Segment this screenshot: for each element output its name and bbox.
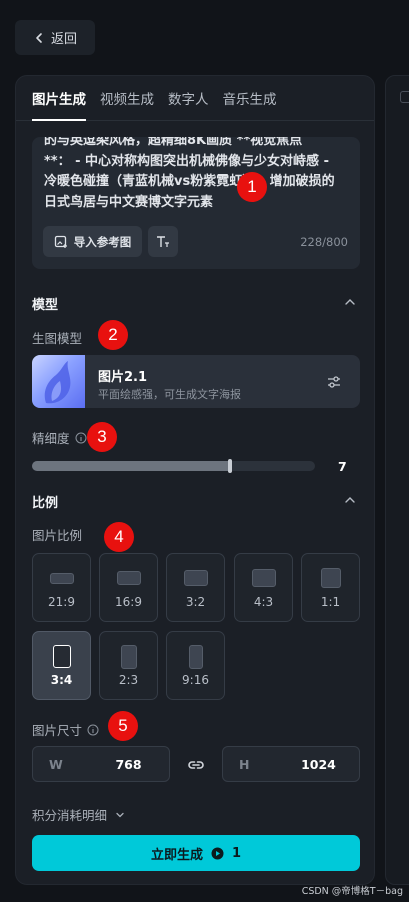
prompt-line: 日式鸟居与中文赛博文字元素 <box>44 194 214 210</box>
ratio-shape <box>52 645 71 668</box>
width-value: 768 <box>115 757 142 772</box>
import-reference-button[interactable]: 导入参考图 <box>43 226 142 257</box>
ratio-shape <box>251 569 276 587</box>
precision-slider-handle[interactable] <box>228 459 233 473</box>
ratio-option-16-9[interactable]: 16:9 <box>99 553 158 622</box>
back-button[interactable]: 返回 <box>15 20 95 55</box>
watermark: CSDN @帝博格T－bag <box>301 886 403 897</box>
image-add-icon <box>54 235 67 248</box>
ratio-sub-label-text: 图片比例 <box>32 528 83 543</box>
tab-digital-human[interactable]: 数字人 <box>168 88 209 120</box>
credit-details-toggle[interactable]: 积分消耗明细 <box>32 805 125 824</box>
prompt-textarea[interactable]: 的与英逗染风格，超精细8K画质 **视觉焦点 **： - 中心对称构图突出机械佛… <box>32 137 360 269</box>
height-value: 1024 <box>301 757 336 772</box>
annotation-badge-4: 4 <box>104 522 134 552</box>
generate-cost: 1 <box>231 845 242 861</box>
ratio-option-1-1[interactable]: 1:1 <box>301 553 360 622</box>
ratio-option-2-3[interactable]: 2:3 <box>99 631 158 700</box>
model-description: 平面绘感强，可生成文字海报 <box>98 388 241 401</box>
ratio-shape <box>183 570 208 586</box>
link-icon[interactable] <box>187 756 205 774</box>
chevron-down-icon <box>116 812 124 817</box>
chevron-up-icon[interactable] <box>344 296 356 308</box>
precision-label-text: 精细度 <box>32 431 70 446</box>
ratio-option-21-9[interactable]: 21:9 <box>32 553 91 622</box>
precision-label: 精细度 <box>32 428 87 447</box>
precision-slider-fill <box>32 461 231 471</box>
width-input[interactable]: W 768 <box>32 746 170 782</box>
ratio-label: 2:3 <box>118 673 139 687</box>
chevron-left-icon <box>36 32 42 43</box>
settings-sliders-icon[interactable] <box>326 374 342 390</box>
precision-slider[interactable] <box>32 459 315 473</box>
credit-coin-icon <box>211 847 224 859</box>
height-input[interactable]: H 1024 <box>222 746 360 782</box>
select-checkbox[interactable] <box>400 91 409 103</box>
chevron-up-icon[interactable] <box>344 494 356 506</box>
preview-panel <box>385 75 409 885</box>
ratio-option-3-2[interactable]: 3:2 <box>166 553 225 622</box>
tab-video-generation[interactable]: 视频生成 <box>100 88 154 120</box>
model-selector[interactable]: 图片2.1 平面绘感强，可生成文字海报 <box>32 355 360 408</box>
generate-button[interactable]: 立即生成 1 <box>32 835 360 871</box>
ratio-shape <box>116 571 141 585</box>
model-thumbnail-art <box>44 361 71 404</box>
ratio-shape <box>188 645 203 669</box>
model-sub-label-text: 生图模型 <box>32 331 83 346</box>
annotation-badge-3: 3 <box>87 422 117 452</box>
ratio-option-3-4[interactable]: 3:4 <box>32 631 91 700</box>
model-section-title: 模型 <box>32 298 59 313</box>
size-label: 图片尺寸 <box>32 720 99 739</box>
tab-image-generation[interactable]: 图片生成 <box>32 88 86 121</box>
ratio-label: 1:1 <box>320 595 341 609</box>
prompt-line: **： - 中心对称构图突出机械佛像与少女对峙感 - <box>44 153 329 169</box>
ratio-label: 3:4 <box>50 673 73 687</box>
char-counter: 228/800 <box>300 235 348 249</box>
prompt-line: 冷暖色碰撞（青蓝机械vs粉紫霓虹） - 增加破损的 <box>44 174 335 189</box>
ratio-sub-label: 图片比例 <box>32 525 82 544</box>
ratio-option-4-3[interactable]: 4:3 <box>234 553 293 622</box>
generation-panel: 图片生成 视频生成 数字人 音乐生成 的与英逗染风格，超精细8K画质 **视觉焦… <box>15 75 375 885</box>
prompt-text: 的与英逗染风格，超精细8K画质 **视觉焦点 **： - 中心对称构图突出机械佛… <box>44 137 349 213</box>
ratio-label: 4:3 <box>253 595 274 609</box>
credit-details-label: 积分消耗明细 <box>32 808 108 823</box>
ratio-shape <box>320 568 341 588</box>
info-icon[interactable] <box>75 432 87 444</box>
annotation-badge-5: 5 <box>108 711 138 741</box>
height-prefix: H <box>239 757 250 772</box>
ratio-option-9-16[interactable]: 9:16 <box>166 631 225 700</box>
info-icon[interactable] <box>87 724 99 736</box>
ratio-label: 16:9 <box>115 595 142 609</box>
precision-value: 7 <box>338 459 347 474</box>
ratio-section-title: 比例 <box>32 496 59 511</box>
text-format-button[interactable] <box>148 226 178 257</box>
ratio-label: 9:16 <box>182 673 209 687</box>
prompt-line: 的与英逗染风格，超精细8K画质 **视觉焦点 <box>44 137 303 148</box>
ratio-label: 3:2 <box>185 595 206 609</box>
width-prefix: W <box>49 757 63 772</box>
ratio-grid: 21:9 16:9 3:2 4:3 1:1 3:4 2:3 9:16 <box>32 553 362 701</box>
back-label: 返回 <box>50 32 77 47</box>
annotation-badge-2: 2 <box>98 320 128 350</box>
model-name: 图片2.1 <box>98 370 148 385</box>
size-label-text: 图片尺寸 <box>32 723 83 738</box>
ratio-label: 21:9 <box>48 595 75 609</box>
ratio-shape <box>49 573 74 584</box>
tab-bar: 图片生成 视频生成 数字人 音乐生成 <box>16 76 374 121</box>
annotation-badge-1: 1 <box>237 172 267 202</box>
text-format-icon <box>157 235 169 247</box>
tab-music-generation[interactable]: 音乐生成 <box>223 88 277 120</box>
generate-label: 立即生成 <box>150 847 203 863</box>
import-reference-label: 导入参考图 <box>73 234 132 249</box>
model-sub-label: 生图模型 <box>32 328 82 347</box>
model-thumbnail <box>32 355 85 408</box>
ratio-shape <box>120 645 137 669</box>
